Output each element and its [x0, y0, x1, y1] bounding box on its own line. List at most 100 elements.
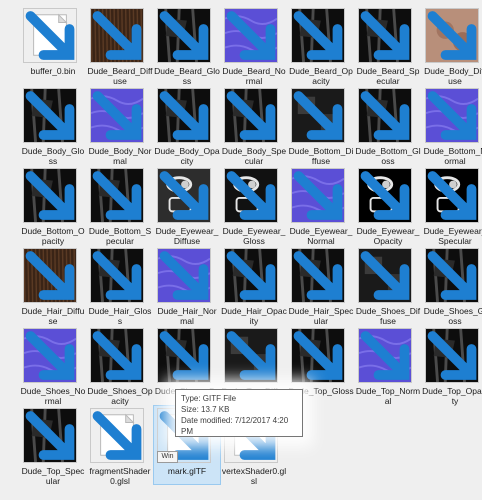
file-name: Dude_Hair_Diffuse — [21, 306, 85, 326]
file-item[interactable]: Dude_Beard_Normal — [221, 6, 287, 86]
file-item[interactable]: Dude_Top_Normal — [355, 326, 421, 406]
file-item[interactable]: Dude_Hair_Opacity — [221, 246, 287, 326]
shortcut-arrow-icon — [427, 91, 477, 140]
file-name: Dude_Eyewear_Specular — [423, 226, 482, 246]
shortcut-arrow-icon — [92, 11, 142, 60]
texture-thumbnail — [425, 168, 479, 223]
file-name: Dude_Beard_Opacity — [289, 66, 353, 86]
shortcut-arrow-icon — [25, 411, 75, 460]
file-name: Dude_Body_Specular — [221, 146, 287, 166]
file-item[interactable]: Dude_Top_Specular — [20, 406, 86, 486]
shortcut-arrow-icon — [159, 251, 209, 300]
shortcut-arrow-icon — [293, 11, 343, 60]
shortcut-arrow-icon — [92, 251, 142, 300]
file-item[interactable]: Dude_Hair_Normal — [154, 246, 220, 326]
file-item[interactable]: Dude_Beard_Diffuse — [87, 6, 153, 86]
shortcut-arrow-icon — [360, 251, 410, 300]
texture-thumbnail — [358, 248, 412, 303]
file-name: Dude_Shoes_Opacity — [87, 386, 153, 406]
file-name: Dude_Body_Diffuse — [424, 66, 482, 86]
shortcut-arrow-icon — [92, 171, 142, 220]
shortcut-arrow-icon — [293, 91, 343, 140]
texture-thumbnail — [157, 8, 211, 63]
shortcut-arrow-icon — [360, 171, 410, 220]
file-item[interactable]: Dude_Beard_Opacity — [288, 6, 354, 86]
win-button[interactable]: Win — [157, 451, 178, 463]
file-name: Dude_Top_Opacity — [422, 386, 482, 406]
file-item[interactable]: Dude_Bottom_Specular — [87, 166, 153, 246]
file-item[interactable]: Dude_Eyewear_Gloss — [221, 166, 287, 246]
file-name: Dude_Beard_Gloss — [154, 66, 220, 86]
texture-thumbnail — [90, 168, 144, 223]
shortcut-arrow-icon — [293, 171, 343, 220]
tooltip-size: Size: 13.7 KB — [181, 405, 230, 414]
file-item[interactable]: fragmentShader0.glsl — [87, 406, 153, 486]
file-name: Dude_Eyewear_Gloss — [222, 226, 286, 246]
file-item[interactable]: buffer_0.bin — [20, 6, 86, 84]
file-item[interactable]: Dude_Hair_Gloss — [87, 246, 153, 326]
texture-thumbnail — [157, 168, 211, 223]
file-item[interactable]: Dude_Shoes_Diffuse — [355, 246, 421, 326]
file-item[interactable]: Dude_Shoes_Normal — [20, 326, 86, 406]
file-item[interactable]: Dude_Body_Opacity — [154, 86, 220, 166]
shortcut-arrow-icon — [427, 331, 477, 380]
shortcut-arrow-icon — [92, 331, 142, 380]
texture-thumbnail — [291, 88, 345, 143]
file-item[interactable]: Dude_Eyewear_Normal — [288, 166, 354, 246]
file-name: buffer_0.bin — [30, 66, 76, 76]
file-item[interactable]: Dude_Hair_Specular — [288, 246, 354, 326]
texture-thumbnail — [291, 168, 345, 223]
file-name: Dude_Shoes_Diffuse — [355, 306, 421, 326]
file-name: Dude_Shoes_Gloss — [423, 306, 482, 326]
shortcut-arrow-icon — [360, 91, 410, 140]
file-name: Dude_Beard_Specular — [356, 66, 420, 86]
shortcut-arrow-icon — [360, 11, 410, 60]
file-name: Dude_Beard_Normal — [222, 66, 286, 86]
texture-thumbnail — [358, 88, 412, 143]
file-name: Dude_Hair_Normal — [157, 306, 217, 326]
texture-thumbnail — [358, 8, 412, 63]
file-item[interactable]: Dude_Shoes_Gloss — [422, 246, 482, 326]
file-item[interactable]: Dude_Bottom_Opacity — [20, 166, 86, 246]
file-item[interactable]: Dude_Eyewear_Opacity — [355, 166, 421, 246]
file-item[interactable]: Dude_Beard_Specular — [355, 6, 421, 86]
shortcut-arrow-icon — [293, 251, 343, 300]
file-item[interactable]: Dude_Bottom_Diffuse — [288, 86, 354, 166]
shortcut-arrow-icon — [159, 11, 209, 60]
file-item[interactable]: Dude_Body_Specular — [221, 86, 287, 166]
texture-thumbnail — [224, 8, 278, 63]
shortcut-arrow-icon — [25, 331, 75, 380]
file-item[interactable]: Dude_Body_Normal — [87, 86, 153, 166]
file-item[interactable]: Dude_Bottom_Normal — [422, 86, 482, 166]
file-item[interactable]: Dude_Top_Opacity — [422, 326, 482, 406]
file-item[interactable]: Dude_Bottom_Gloss — [355, 86, 421, 166]
texture-thumbnail — [90, 248, 144, 303]
shortcut-arrow-icon — [159, 331, 209, 380]
file-item[interactable]: Dude_Shoes_Opacity — [87, 326, 153, 406]
file-name: Dude_Bottom_Gloss — [355, 146, 421, 166]
file-item[interactable]: Dude_Eyewear_Specular — [422, 166, 482, 246]
file-name: fragmentShader0.glsl — [89, 466, 151, 486]
file-name: Dude_Bottom_Normal — [423, 146, 482, 166]
file-item[interactable]: Dude_Hair_Diffuse — [20, 246, 86, 326]
file-name: Dude_Beard_Diffuse — [87, 66, 153, 86]
file-item[interactable]: Dude_Eyewear_Diffuse — [154, 166, 220, 246]
file-name: vertexShader0.glsl — [221, 466, 287, 486]
shortcut-arrow-icon — [226, 11, 276, 60]
file-item[interactable]: Dude_Beard_Gloss — [154, 6, 220, 86]
file-name: Dude_Eyewear_Normal — [289, 226, 353, 246]
shortcut-arrow-icon — [427, 11, 477, 60]
texture-thumbnail — [90, 328, 144, 383]
texture-thumbnail — [224, 328, 278, 383]
file-item[interactable]: Dude_Body_Gloss — [20, 86, 86, 166]
shortcut-arrow-icon — [159, 171, 209, 220]
texture-thumbnail — [224, 168, 278, 223]
shortcut-arrow-icon — [226, 91, 276, 140]
file-item[interactable]: Dude_Body_Diffuse — [422, 6, 482, 86]
shortcut-arrow-icon — [25, 171, 75, 220]
file-name: Dude_Eyewear_Opacity — [356, 226, 420, 246]
file-tooltip: Type: GITF File Size: 13.7 KB Date modif… — [175, 389, 303, 437]
file-name: Dude_Hair_Specular — [288, 306, 354, 326]
shortcut-arrow-icon — [226, 171, 276, 220]
file-name: Dude_Body_Normal — [88, 146, 152, 166]
